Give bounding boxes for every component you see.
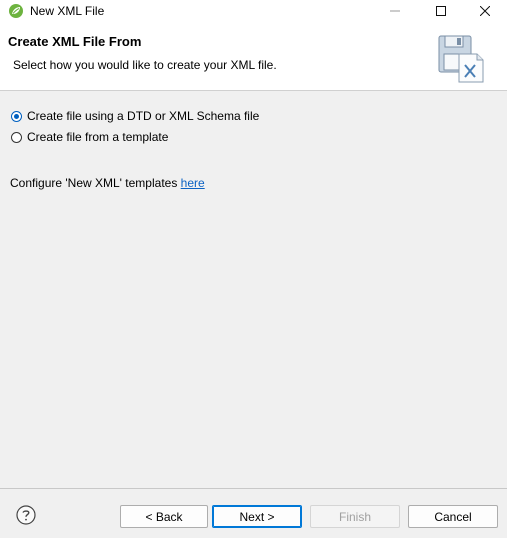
option-dtd-schema-label: Create file using a DTD or XML Schema fi… [27,109,260,123]
configure-templates: Configure 'New XML' templates here [10,176,205,190]
option-dtd-schema[interactable]: Create file using a DTD or XML Schema fi… [11,109,259,123]
xml-file-banner-icon [438,35,484,83]
radio-dtd-schema[interactable] [11,110,22,122]
next-button[interactable]: Next > [212,505,302,528]
wizard-header: Create XML File From Select how you woul… [0,22,507,91]
configure-text: Configure 'New XML' templates [10,176,181,190]
help-icon[interactable] [16,505,36,525]
option-template-label: Create file from a template [27,130,169,144]
radio-template[interactable] [11,131,22,143]
cancel-button[interactable]: Cancel [408,505,498,528]
minimize-button[interactable] [372,0,418,22]
close-icon [480,6,490,16]
wizard-content: Create file using a DTD or XML Schema fi… [0,91,507,487]
finish-button: Finish [310,505,400,528]
footer-separator [0,488,507,489]
page-title: Create XML File From [8,34,142,49]
back-button[interactable]: < Back [120,505,208,528]
maximize-icon [436,6,446,16]
page-description: Select how you would like to create your… [13,58,277,72]
option-template[interactable]: Create file from a template [11,130,168,144]
title-bar: New XML File [0,0,507,22]
minimize-icon [390,10,400,12]
window-title: New XML File [30,4,105,18]
close-button[interactable] [462,0,507,22]
spring-leaf-icon [9,4,23,18]
configure-here-link[interactable]: here [181,176,205,190]
maximize-button[interactable] [418,0,464,22]
